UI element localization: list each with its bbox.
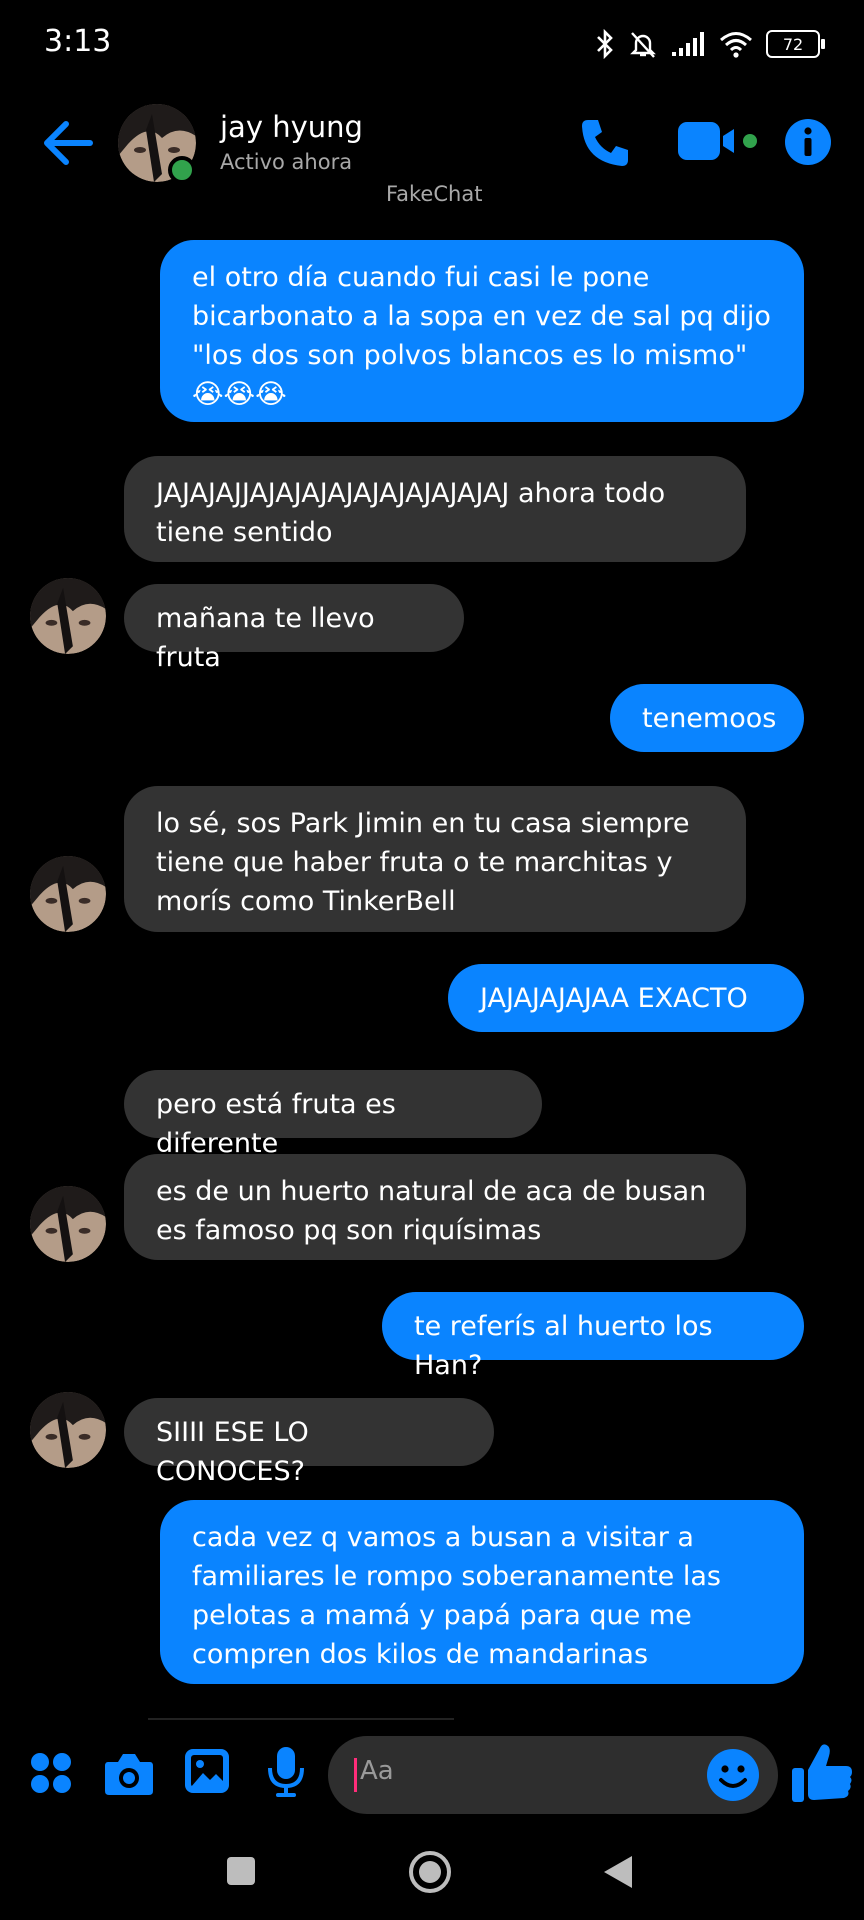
home-circle-icon[interactable] (408, 1850, 452, 1894)
battery-level: 72 (782, 34, 804, 54)
apps-grid-icon[interactable] (30, 1752, 72, 1794)
message-outgoing[interactable]: el otro día cuando fui casi le pone bica… (160, 240, 804, 422)
system-nav-bar (0, 1840, 864, 1920)
text-caret (354, 1758, 357, 1792)
clock: 3:13 (44, 24, 112, 59)
bluetooth-icon (597, 29, 613, 59)
back-triangle-icon[interactable] (602, 1854, 634, 1890)
message-incoming[interactable]: SIIII ESE LO CONOCES? (124, 1398, 494, 1487)
gallery-icon[interactable] (184, 1748, 230, 1794)
video-camera-icon[interactable] (678, 120, 758, 164)
signal-icon (672, 32, 704, 56)
message-input[interactable]: Aa (328, 1736, 778, 1814)
contact-status: Activo ahora (220, 150, 353, 174)
thumbs-up-icon[interactable] (790, 1740, 854, 1804)
camera-icon[interactable] (104, 1750, 154, 1796)
microphone-icon[interactable] (266, 1746, 306, 1798)
message-incoming[interactable]: mañana te llevo fruta (124, 584, 464, 673)
status-icons: 72 (594, 24, 825, 64)
message-composer: Aa (0, 1700, 864, 1850)
message-outgoing[interactable]: tenemoos (610, 684, 804, 752)
fakechat-watermark: FakeChat (386, 182, 483, 206)
message-outgoing[interactable]: cada vez q vamos a busan a visitar a fam… (160, 1500, 804, 1684)
contact-avatar-small (30, 1392, 106, 1468)
message-outgoing[interactable]: JAJAJAJAJAA EXACTO (448, 964, 804, 1032)
contact-avatar-small (30, 1186, 106, 1262)
bell-muted-icon (630, 32, 656, 58)
chat-header: jay hyung Activo ahora (0, 96, 864, 196)
recents-square-icon[interactable] (226, 1856, 256, 1886)
message-input-placeholder: Aa (360, 1756, 394, 1786)
emoji-icon[interactable] (706, 1748, 760, 1802)
back-arrow-icon[interactable] (40, 118, 96, 168)
message-incoming[interactable]: lo sé, sos Park Jimin en tu casa siempre… (124, 786, 746, 932)
message-incoming[interactable]: es de un huerto natural de aca de busan … (124, 1154, 746, 1260)
contact-avatar-small (30, 856, 106, 932)
wifi-icon (720, 32, 752, 58)
message-incoming[interactable]: pero está fruta es diferente (124, 1070, 542, 1159)
info-icon[interactable] (784, 118, 832, 166)
status-bar: 3:13 72 (0, 0, 864, 88)
message-incoming[interactable]: JAJAJAJJAJAJAJAJAJAJAJAJAJAJ ahora todo … (124, 456, 746, 562)
message-outgoing[interactable]: te referís al huerto los Han? (382, 1292, 804, 1381)
phone-icon[interactable] (578, 116, 632, 170)
contact-avatar-small (30, 578, 106, 654)
contact-name[interactable]: jay hyung (220, 110, 363, 144)
battery-icon: 72 (766, 30, 825, 58)
online-status-dot (168, 156, 196, 184)
